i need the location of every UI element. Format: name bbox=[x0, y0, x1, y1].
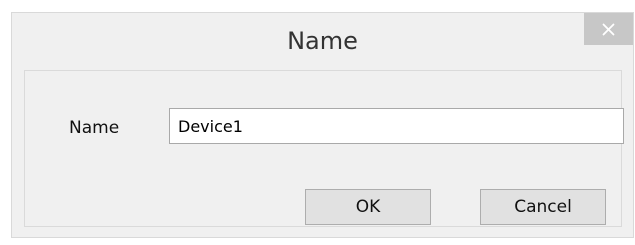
cancel-button[interactable]: Cancel bbox=[480, 189, 606, 225]
dialog-content: Name OK Cancel bbox=[24, 70, 624, 227]
screen: Name Name OK Cancel bbox=[0, 0, 635, 245]
close-button[interactable] bbox=[584, 13, 633, 45]
name-dialog: Name Name OK Cancel bbox=[11, 12, 634, 238]
name-field-label: Name bbox=[69, 118, 120, 138]
dialog-title: Name bbox=[287, 27, 358, 55]
name-input[interactable] bbox=[169, 108, 624, 144]
close-icon bbox=[602, 23, 615, 36]
ok-button[interactable]: OK bbox=[305, 189, 431, 225]
title-bar: Name bbox=[12, 13, 633, 69]
